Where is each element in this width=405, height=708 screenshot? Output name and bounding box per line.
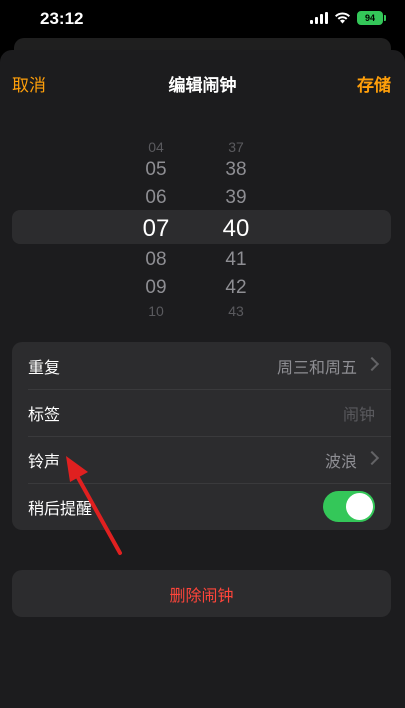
snooze-toggle[interactable] [323, 491, 375, 522]
time-picker[interactable]: 04 05 06 07 08 09 10 37 38 39 40 41 42 4… [0, 132, 405, 320]
repeat-label: 重复 [28, 357, 61, 377]
selected-hour[interactable]: 07 [126, 212, 186, 246]
minute-wheel[interactable]: 37 38 39 40 41 42 43 [206, 132, 266, 320]
sound-label: 铃声 [28, 451, 61, 471]
repeat-row[interactable]: 重复 周三和周五 [12, 342, 391, 389]
hour-option[interactable]: 09 [126, 274, 186, 302]
delete-alarm-label: 删除闹钟 [169, 585, 234, 605]
minute-option[interactable]: 41 [206, 246, 266, 274]
hour-option[interactable]: 05 [126, 156, 186, 184]
edit-alarm-sheet: 取消 编辑闹钟 存储 04 05 06 07 08 09 10 37 38 39… [0, 50, 405, 708]
picker-selection-band [12, 210, 391, 244]
status-bar: 23:12 94 [0, 0, 405, 40]
minute-option[interactable]: 37 [206, 138, 266, 156]
alarm-settings-list: 重复 周三和周五 标签 闹钟 铃声 波浪 稍后提醒 [12, 342, 391, 530]
battery-level: 94 [364, 13, 375, 23]
hour-option[interactable]: 06 [126, 184, 186, 212]
sound-row[interactable]: 铃声 波浪 [12, 436, 391, 483]
status-time: 23:12 [40, 9, 84, 28]
battery-icon: 94 [357, 11, 386, 25]
hour-option[interactable]: 10 [126, 302, 186, 320]
minute-option[interactable]: 42 [206, 274, 266, 302]
save-button[interactable]: 存储 [357, 71, 391, 96]
toggle-knob [346, 493, 373, 520]
selected-minute[interactable]: 40 [206, 212, 266, 246]
delete-alarm-button[interactable]: 删除闹钟 [12, 570, 391, 617]
snooze-label: 稍后提醒 [28, 498, 93, 518]
sound-value: 波浪 [324, 451, 357, 471]
hour-option[interactable]: 04 [126, 138, 186, 156]
snooze-row: 稍后提醒 [12, 483, 391, 530]
chevron-right-icon [364, 356, 380, 372]
minute-option[interactable]: 38 [206, 156, 266, 184]
minute-option[interactable]: 39 [206, 184, 266, 212]
nav-bar: 取消 编辑闹钟 存储 [0, 50, 405, 112]
signal-icon [310, 12, 328, 24]
hour-wheel[interactable]: 04 05 06 07 08 09 10 [126, 132, 186, 320]
page-title: 编辑闹钟 [168, 76, 237, 96]
label-field[interactable]: 闹钟 [343, 401, 375, 425]
chevron-right-icon [364, 450, 380, 466]
repeat-value: 周三和周五 [276, 357, 357, 377]
minute-option[interactable]: 43 [206, 302, 266, 320]
wifi-icon [335, 12, 350, 24]
label-label: 标签 [28, 404, 61, 424]
status-icons: 94 [310, 11, 386, 25]
label-row[interactable]: 标签 闹钟 [12, 389, 391, 436]
hour-option[interactable]: 08 [126, 246, 186, 274]
